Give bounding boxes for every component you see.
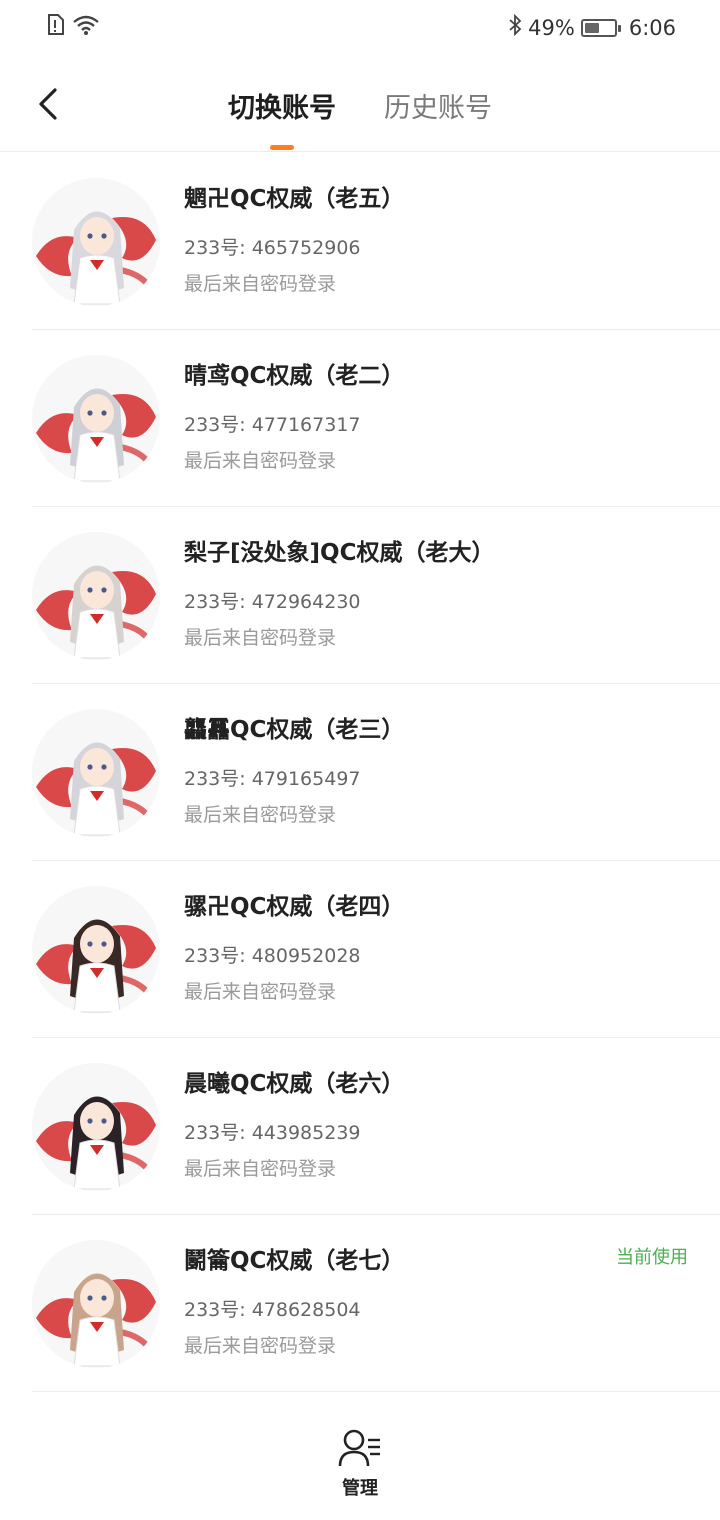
account-id: 233号: 480952028 <box>184 945 361 967</box>
account-name: 晨曦QC权威（老六） <box>184 1071 405 1097</box>
avatar <box>32 532 160 660</box>
account-id: 233号: 479165497 <box>184 768 361 790</box>
avatar <box>32 1063 160 1191</box>
user-manage-icon <box>338 1429 380 1467</box>
avatar <box>32 886 160 1014</box>
tab-switch-account[interactable]: 切换账号 <box>228 86 336 125</box>
tab-indicator <box>270 145 294 150</box>
account-login-method: 最后来自密码登录 <box>184 1158 337 1180</box>
header: 切换账号 历史账号 <box>0 56 720 152</box>
account-id: 233号: 477167317 <box>184 414 361 436</box>
account-item[interactable]: 龘靐QC权威（老三） 233号: 479165497 最后来自密码登录 <box>32 684 720 861</box>
account-id: 233号: 478628504 <box>184 1299 361 1321</box>
account-login-method: 最后来自密码登录 <box>184 1335 337 1357</box>
account-id: 233号: 443985239 <box>184 1122 361 1144</box>
account-item[interactable]: 鬭籥QC权威（老七） 233号: 478628504 最后来自密码登录 当前使用 <box>32 1215 720 1392</box>
account-id: 233号: 472964230 <box>184 591 361 613</box>
account-login-method: 最后来自密码登录 <box>184 627 337 649</box>
account-login-method: 最后来自密码登录 <box>184 273 337 295</box>
clock: 6:06 <box>628 15 676 40</box>
manage-button[interactable]: 管理 <box>320 1428 400 1508</box>
wifi-icon <box>72 14 100 40</box>
account-item[interactable]: 晴鸢QC权威（老二） 233号: 477167317 最后来自密码登录 <box>32 330 720 507</box>
bluetooth-icon <box>508 13 522 41</box>
tab-history-account[interactable]: 历史账号 <box>384 86 492 125</box>
current-badge: 当前使用 <box>616 1247 688 1268</box>
account-name: 魍卍QC权威（老五） <box>184 186 405 212</box>
account-name: 鬭籥QC权威（老七） <box>184 1248 405 1274</box>
battery-fill <box>584 22 599 33</box>
account-login-method: 最后来自密码登录 <box>184 804 337 826</box>
avatar <box>32 355 160 483</box>
account-name: 晴鸢QC权威（老二） <box>184 363 405 389</box>
avatar <box>32 1240 160 1368</box>
status-left <box>46 14 100 40</box>
back-arrow-icon <box>39 88 57 120</box>
back-button[interactable] <box>24 80 72 128</box>
status-bar: 49% 6:06 <box>0 0 720 56</box>
account-id: 233号: 465752906 <box>184 237 361 259</box>
account-name: 梨子[没处象]QC权威（老大） <box>184 540 495 566</box>
battery-icon <box>580 18 621 37</box>
status-right: 49% 6:06 <box>508 13 676 41</box>
avatar <box>32 709 160 837</box>
battery-percent: 49% <box>528 15 575 40</box>
account-login-method: 最后来自密码登录 <box>184 450 337 472</box>
account-item[interactable]: 魍卍QC权威（老五） 233号: 465752906 最后来自密码登录 <box>32 153 720 330</box>
account-name: 骡卍QC权威（老四） <box>184 894 405 920</box>
account-login-method: 最后来自密码登录 <box>184 981 337 1003</box>
sim-alert-icon <box>46 14 64 40</box>
account-item[interactable]: 梨子[没处象]QC权威（老大） 233号: 472964230 最后来自密码登录 <box>32 507 720 684</box>
account-list: 魍卍QC权威（老五） 233号: 465752906 最后来自密码登录 晴鸢QC… <box>0 153 720 1392</box>
manage-label: 管理 <box>342 1478 378 1499</box>
avatar <box>32 178 160 306</box>
account-item[interactable]: 晨曦QC权威（老六） 233号: 443985239 最后来自密码登录 <box>32 1038 720 1215</box>
account-item[interactable]: 骡卍QC权威（老四） 233号: 480952028 最后来自密码登录 <box>32 861 720 1038</box>
account-name: 龘靐QC权威（老三） <box>184 717 405 743</box>
